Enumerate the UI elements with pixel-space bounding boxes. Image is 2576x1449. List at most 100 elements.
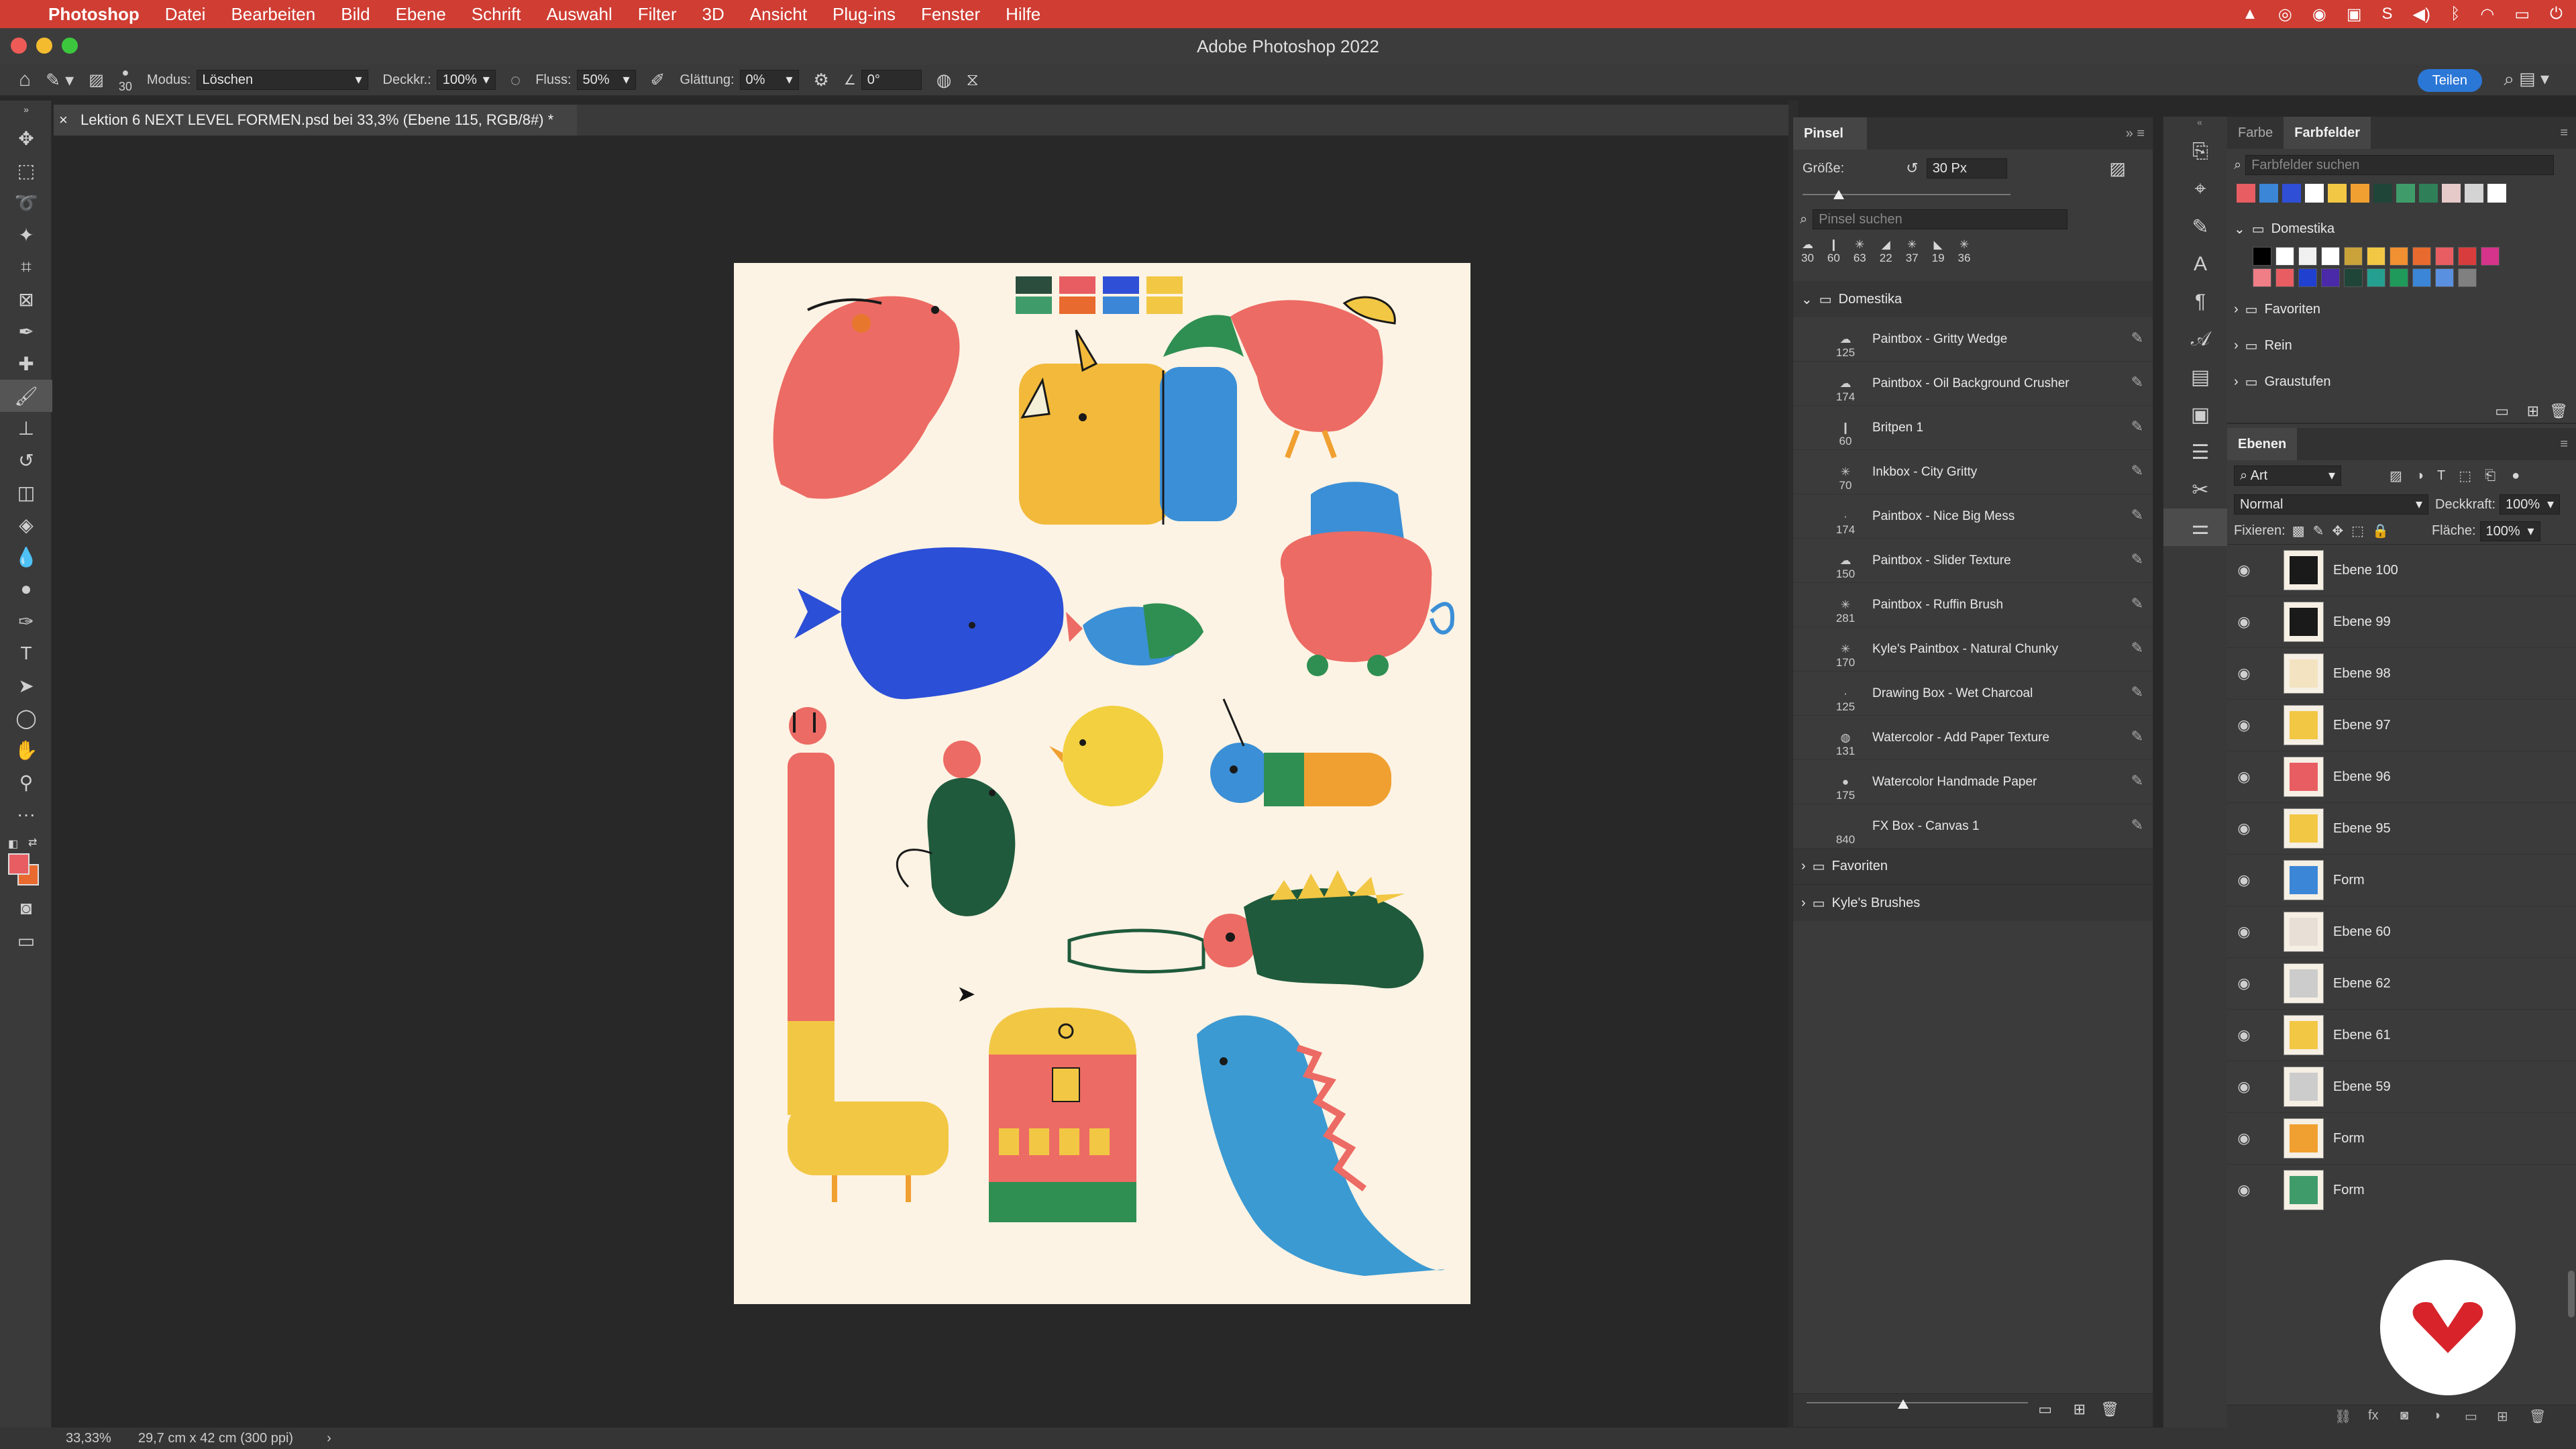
app-s-icon[interactable]: S [2382,5,2393,23]
layer-row[interactable]: ◉ Form [2227,855,2576,906]
clone-stamp-tool-icon[interactable]: ⊥ [0,412,52,444]
lock-position-icon[interactable]: ✥ [2332,523,2343,539]
eye-icon[interactable]: ◉ [2227,923,2261,941]
color-swatch[interactable] [2412,247,2431,266]
healing-brush-tool-icon[interactable]: ✚ [0,347,52,380]
panel-menu-icon[interactable]: ≡ [2560,117,2568,149]
marquee-tool-icon[interactable]: ⬚ [0,154,52,186]
brush-item[interactable]: ● 175 Watercolor Handmade Paper ✎ [1793,760,2153,804]
airbrush-icon[interactable]: ✐ [651,70,665,91]
swatch-group-rein[interactable]: › ▭ Rein [2227,327,2576,364]
menu-3d[interactable]: 3D [690,4,737,25]
edit-brush-icon[interactable]: ✎ [2131,374,2143,391]
filter-smart-object-icon[interactable]: ⎗ [2485,468,2496,484]
history-icon[interactable]: ⎘ [2163,133,2237,170]
edit-brush-icon[interactable]: ✎ [2131,595,2143,612]
swatch-search-input[interactable]: Farbfelder suchen [2245,155,2555,175]
color-swatch[interactable] [2298,247,2317,266]
brush-settings-icon[interactable]: ▨ [2109,158,2126,179]
color-swatch[interactable] [2275,247,2294,266]
color-swatch[interactable] [2275,268,2294,287]
eraser-tool-icon[interactable]: ◫ [0,476,52,508]
menu-schrift[interactable]: Schrift [459,4,534,25]
screen-icon[interactable]: ▣ [2347,5,2362,24]
brush-size-slider[interactable] [1803,187,2143,202]
slider-handle[interactable] [1833,190,1844,199]
volume-icon[interactable]: ◀) [2413,5,2430,24]
new-layer-icon[interactable]: ⊞ [2497,1408,2508,1425]
swatch-group-graustufen[interactable]: › ▭ Graustufen [2227,364,2576,400]
layer-row[interactable]: ◉ Form [2227,1165,2576,1216]
gear-icon[interactable]: ⚙ [814,70,829,91]
menu-ansicht[interactable]: Ansicht [737,4,820,25]
color-swatch[interactable] [2390,268,2408,287]
sync-icon[interactable]: ◉ [2312,5,2326,24]
edit-brush-icon[interactable]: ✎ [2131,506,2143,524]
color-swatch[interactable] [2373,184,2392,203]
brush-item[interactable]: ☁ 125 Paintbox - Gritty Wedge ✎ [1793,317,2153,362]
artboard[interactable]: ➤ [734,263,1470,1304]
history-brush-tool-icon[interactable]: ↺ [0,444,52,476]
color-swatch[interactable] [2321,268,2340,287]
more-tools-icon[interactable]: ··· [0,798,52,830]
share-button[interactable]: Teilen [2417,69,2482,92]
character-icon[interactable]: A [2163,246,2237,283]
lasso-tool-icon[interactable]: ➰ [0,186,52,219]
color-swatch[interactable] [2481,247,2500,266]
tab-ebenen[interactable]: Ebenen [2227,428,2298,460]
preview-size-slider[interactable] [1807,1402,2028,1403]
cone-icon[interactable]: ▲ [2242,5,2258,23]
flow-input[interactable]: 50% ▾ [576,70,636,90]
link-layers-icon[interactable]: ⛓ [2334,1408,2351,1425]
color-swatch[interactable] [2305,184,2324,203]
panel-menu-icon[interactable]: » ≡ [2126,117,2153,150]
brush-settings-icon[interactable]: ▨ [89,70,104,90]
eye-icon[interactable]: ◉ [2227,820,2261,837]
mode-select[interactable]: Löschen ▾ [196,70,368,90]
layer-row[interactable]: ◉ Ebene 100 [2227,545,2576,596]
new-group-icon[interactable]: ▭ [2495,402,2509,420]
ellipse-tool-icon[interactable]: ◯ [0,702,52,734]
eye-icon[interactable]: ◉ [2227,975,2261,992]
edit-brush-icon[interactable]: ✎ [2131,551,2143,568]
menu-filter[interactable]: Filter [625,4,690,25]
color-swatch[interactable] [2396,184,2415,203]
color-swatch[interactable] [2321,247,2340,266]
color-swatch[interactable] [2298,268,2317,287]
brush-item[interactable]: · 174 Paintbox - Nice Big Mess ✎ [1793,494,2153,539]
color-swatch[interactable] [2351,184,2369,203]
eye-icon[interactable]: ◉ [2227,1026,2261,1044]
brush-item[interactable]: ❙ 60 Britpen 1 ✎ [1793,406,2153,450]
search-icon[interactable]: ⌕ [2504,68,2514,91]
tab-pinsel[interactable]: Pinsel [1793,117,1867,150]
color-swatch[interactable] [2412,268,2431,287]
color-swatch[interactable] [2328,184,2347,203]
delete-brush-icon[interactable]: 🗑 [2100,1401,2119,1418]
layer-fill-input[interactable]: 100% ▾ [2479,521,2540,541]
lock-artboard-icon[interactable]: ⬚ [2351,523,2364,539]
wifi-icon[interactable]: ◠ [2480,5,2494,24]
path-selection-tool-icon[interactable]: ➤ [0,669,52,702]
blur-tool-icon[interactable]: 💧 [0,541,52,573]
eye-icon[interactable]: ◉ [2227,1181,2261,1199]
crop-tool-icon[interactable]: ⌗ [0,251,52,283]
frame-tool-icon[interactable]: ⊠ [0,283,52,315]
menu-fenster[interactable]: Fenster [908,4,993,25]
layer-row[interactable]: ◉ Ebene 96 [2227,751,2576,803]
paragraph-icon[interactable]: ¶ [2163,283,2237,321]
edit-brush-icon[interactable]: ✎ [2131,772,2143,790]
brush-item[interactable]: ✳ 170 Kyle's Paintbox - Natural Chunky ✎ [1793,627,2153,672]
recent-brush[interactable]: ✳ 36 [1958,238,1971,281]
power-icon[interactable]: ⏻ [2550,5,2563,23]
color-swatch[interactable] [2282,184,2301,203]
edit-brush-icon[interactable]: ✎ [2131,462,2143,480]
close-window-button[interactable] [11,38,27,54]
zoom-level[interactable]: 33,33% [66,1431,111,1446]
symmetry-icon[interactable]: ⧖ [966,69,978,91]
brush-group-domestika[interactable]: ⌄ ▭ Domestika [1793,281,2153,317]
brush-search-input[interactable]: Pinsel suchen [1813,209,2068,229]
layer-row[interactable]: ◉ Ebene 62 [2227,958,2576,1010]
quick-mask-icon[interactable]: ◙ [0,892,52,924]
close-tab-icon[interactable]: × [59,105,68,136]
pen-tool-icon[interactable]: ✑ [0,605,52,637]
